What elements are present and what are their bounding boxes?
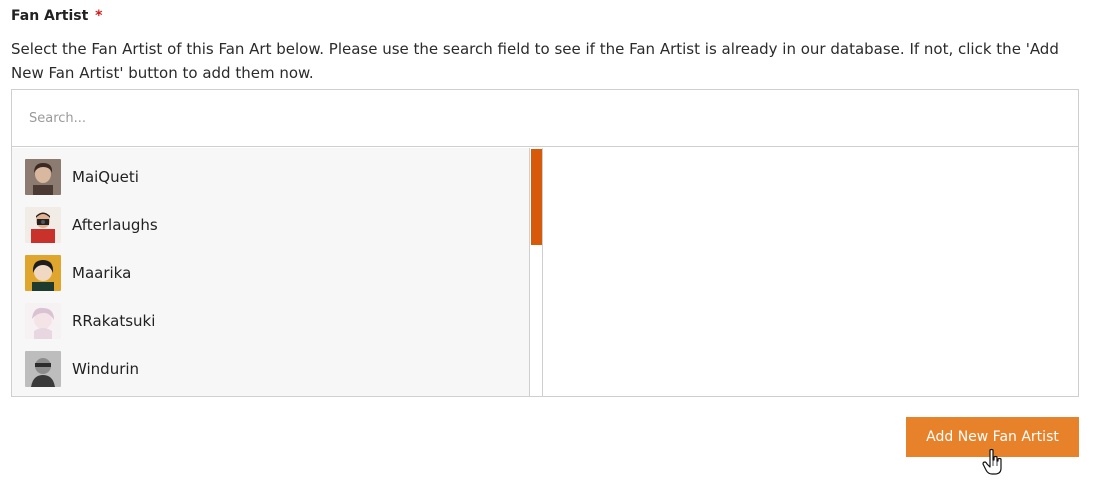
artist-list: MaiQueti Afterlaughs Maarika RRakatsuki …: [12, 148, 529, 396]
fan-artist-selector: MaiQueti Afterlaughs: [11, 89, 1079, 397]
list-item[interactable]: Maarika: [25, 255, 131, 291]
add-new-fan-artist-button[interactable]: Add New Fan Artist: [906, 417, 1079, 457]
list-item[interactable]: Windurin: [25, 351, 139, 387]
required-asterisk: *: [95, 8, 103, 24]
artist-name: MaiQueti: [72, 168, 139, 186]
scrollbar-thumb[interactable]: [531, 149, 542, 245]
list-scrollbar[interactable]: [529, 148, 543, 396]
avatar: [25, 207, 61, 243]
artist-name: RRakatsuki: [72, 312, 156, 330]
list-item[interactable]: MaiQueti: [25, 159, 139, 195]
list-item[interactable]: RRakatsuki: [25, 303, 155, 339]
artist-name: Afterlaughs: [72, 216, 158, 234]
avatar: [25, 303, 61, 339]
artist-name: Maarika: [72, 264, 132, 282]
field-description: Select the Fan Artist of this Fan Art be…: [11, 40, 1059, 82]
search-input[interactable]: [12, 90, 1078, 147]
avatar: [25, 159, 61, 195]
list-item[interactable]: Afterlaughs: [25, 207, 158, 243]
fan-artist-label: Fan Artist *: [11, 8, 103, 24]
selected-artists-pane: [543, 148, 1078, 396]
avatar: [25, 351, 61, 387]
artist-name: Windurin: [72, 360, 140, 378]
fan-artist-label-text: Fan Artist: [11, 8, 89, 24]
avatar: [25, 255, 61, 291]
